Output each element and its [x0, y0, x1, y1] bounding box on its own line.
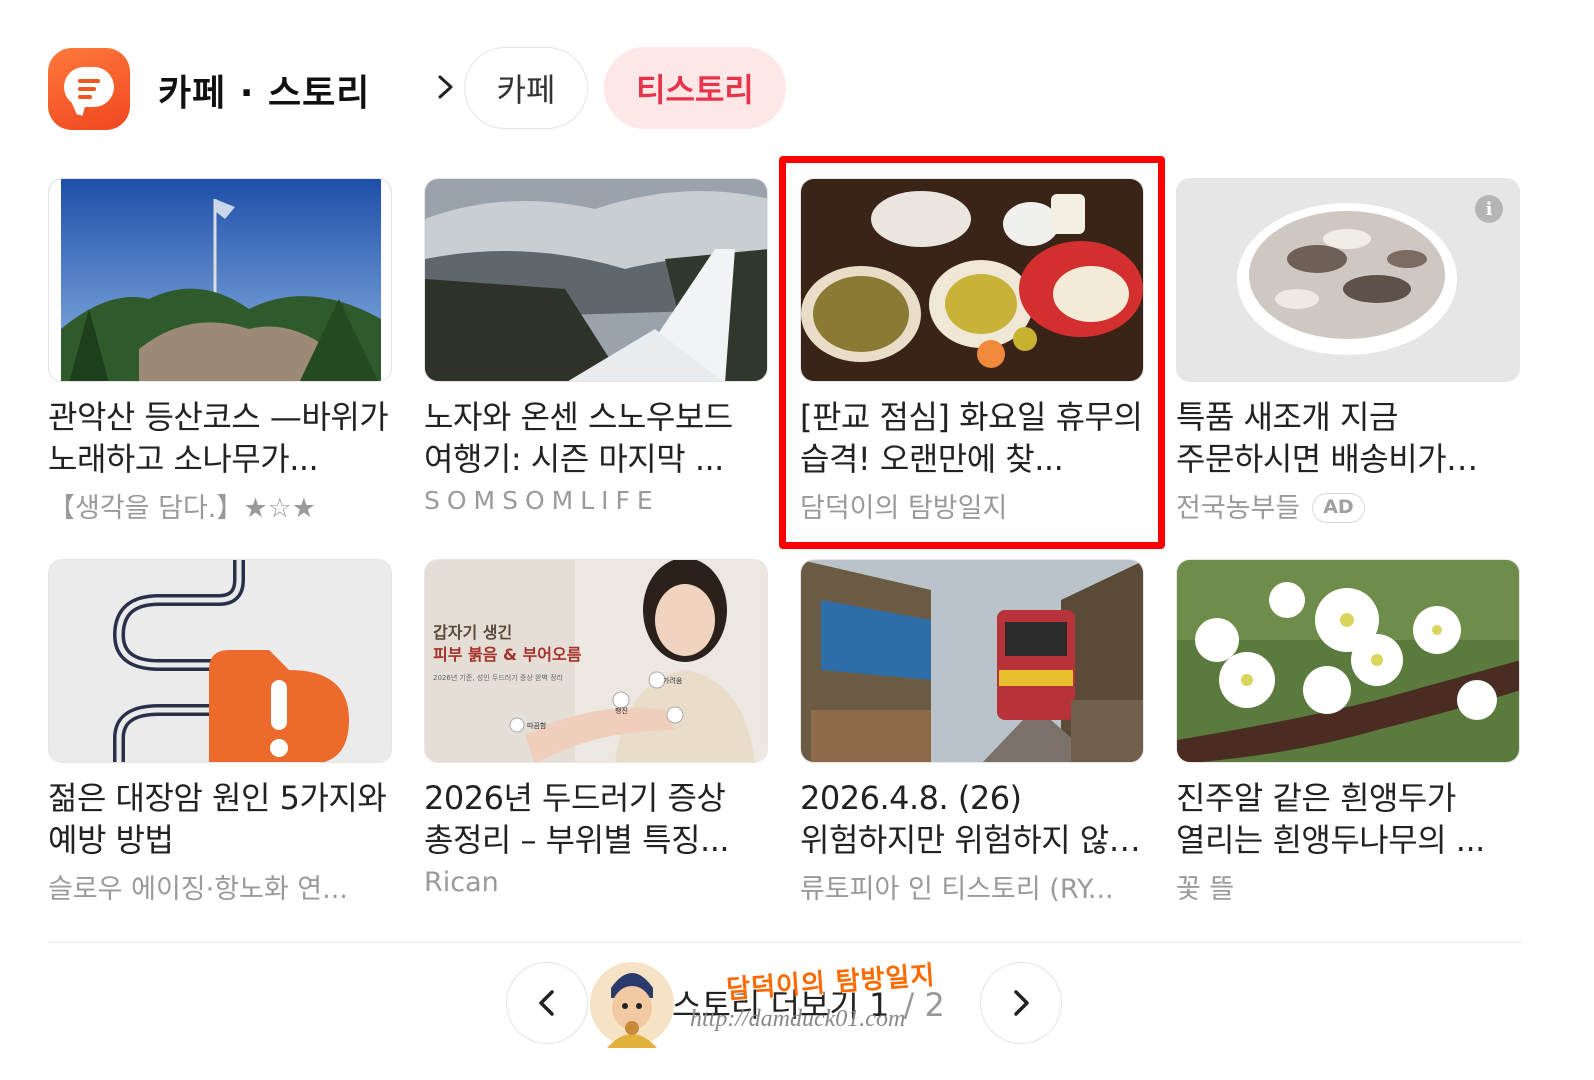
chat-bubble-app-icon[interactable]: [48, 48, 130, 130]
card-title[interactable]: 노자와 온센 스노우보드 여행기: 시즌 마지막 ...: [424, 396, 768, 480]
prev-page-button[interactable]: [506, 962, 588, 1044]
card-title[interactable]: 특품 새조개 지금 주문하시면 배송비가 무료!: [1176, 396, 1520, 480]
section-title[interactable]: 카페 · 스토리: [158, 64, 370, 116]
thumbnail-ski-slope-photo[interactable]: [424, 178, 768, 382]
advertiser-name: 전국농부들: [1176, 493, 1301, 524]
tab-cafe[interactable]: 카페: [464, 47, 588, 129]
card-title[interactable]: 젊은 대장암 원인 5가지와 예방 방법: [48, 777, 392, 861]
info-icon[interactable]: i: [1475, 195, 1503, 223]
tab-tistory[interactable]: 티스토리: [604, 47, 786, 129]
bubble-line: [78, 79, 100, 83]
card-title[interactable]: 2026년 두드러기 증상 총정리 – 부위별 특징...: [424, 777, 768, 861]
thumb-tag: 팽진: [615, 706, 628, 715]
thumb-subline: 2026년 기준, 성인 두드러기 증상 완벽 정리: [433, 673, 563, 682]
thumbnail-blossom-photo[interactable]: [1176, 559, 1520, 763]
card-source: 【생각을 담다.】★☆★: [48, 493, 316, 524]
bubble-line: [78, 95, 92, 99]
card-source: 전국농부들 AD: [1176, 486, 1520, 525]
card-source: SOMSOMLIFE: [424, 486, 660, 515]
bubble-line: [78, 87, 96, 91]
story-widget: 카페 · 스토리 카페 티스토리 관악산 등산코스 —바위가 노래하고 소나무가…: [0, 0, 1594, 1080]
thumb-tag: 따끔함: [527, 721, 547, 730]
thumb-tag: 가려움: [663, 676, 683, 685]
chevron-left-icon: [539, 990, 554, 1016]
thumbnail-shellfish-photo[interactable]: i: [1176, 178, 1520, 382]
thumb-headline-2: 피부 붉음 & 부어오름: [433, 645, 582, 664]
avatar: [590, 962, 674, 1048]
card-title[interactable]: 관악산 등산코스 —바위가 노래하고 소나무가...: [48, 396, 392, 480]
thumbnail-mountain-photo[interactable]: [48, 178, 392, 382]
next-page-button[interactable]: [980, 962, 1062, 1044]
thumb-headline-1: 갑자기 생긴: [433, 623, 512, 642]
card-title[interactable]: 2026.4.8. (26) 위험하지만 위험하지 않은 기찻...: [800, 777, 1144, 861]
watermark-url: http://damduck01.com: [690, 1006, 906, 1032]
card-source: 꽃 뜰: [1176, 874, 1235, 905]
chevron-right-icon[interactable]: [436, 74, 456, 100]
card-source: Rican: [424, 867, 499, 898]
highlight-annotation-box: [779, 156, 1165, 549]
footer-divider: [48, 942, 1522, 943]
chevron-right-icon: [1014, 990, 1029, 1016]
card-title[interactable]: 진주알 같은 흰앵두가 열리는 흰앵두나무의 ...: [1176, 777, 1520, 861]
card-source: 류토피아 인 티스토리 (RY...: [800, 874, 1114, 905]
thumbnail-skin-rash-photo[interactable]: 갑자기 생긴 피부 붉음 & 부어오름 2026년 기준, 성인 두드러기 증상…: [424, 559, 768, 763]
thumbnail-colon-illustration[interactable]: [48, 559, 392, 763]
card-source: 슬로우 에이징·항노화 연...: [48, 874, 348, 905]
thumbnail-railway-market-photo[interactable]: [800, 559, 1144, 763]
widget-header: 카페 · 스토리 카페 티스토리: [48, 46, 1548, 130]
ad-badge: AD: [1312, 493, 1365, 523]
